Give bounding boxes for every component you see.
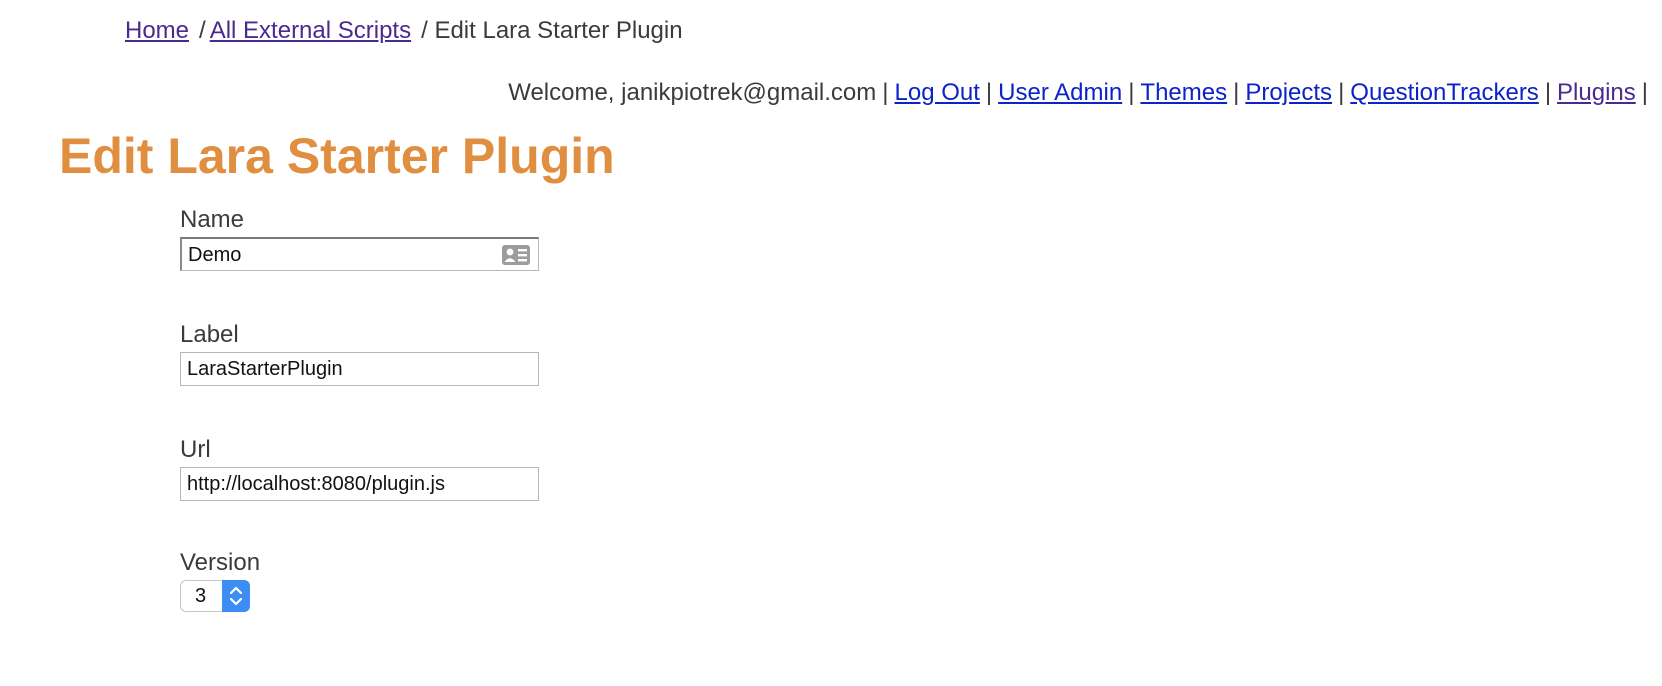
breadcrumb: Home / All External Scripts / Edit Lara Sta…	[125, 14, 687, 48]
nav-separator: |	[985, 79, 993, 106]
url-input-value: http://localhost:8080/plugin.js	[187, 473, 445, 495]
version-label: Version	[180, 549, 261, 576]
nav-separator: |	[1544, 79, 1552, 106]
plugins-link[interactable]: Plugins	[1557, 79, 1636, 106]
breadcrumb-home-link[interactable]: Home	[125, 17, 189, 44]
label-input[interactable]: LaraStarterPlugin	[180, 352, 539, 386]
nav-separator: |	[882, 79, 889, 106]
name-field-group: Name Demo	[180, 206, 539, 271]
name-input[interactable]: Demo	[180, 237, 539, 271]
themes-link[interactable]: Themes	[1140, 79, 1227, 106]
nav-separator: |	[1338, 79, 1345, 106]
version-field-group: Version 3	[180, 549, 260, 612]
label-input-value: LaraStarterPlugin	[187, 358, 343, 380]
url-label: Url	[180, 436, 211, 463]
name-input-value: Demo	[188, 244, 242, 266]
nav-separator: |	[1641, 79, 1648, 106]
question-trackers-link[interactable]: QuestionTrackers	[1350, 79, 1539, 106]
breadcrumb-separator: /	[199, 17, 206, 44]
nav-separator: |	[1128, 79, 1135, 106]
nav-separator: |	[1233, 79, 1240, 106]
projects-link[interactable]: Projects	[1245, 79, 1332, 106]
user-admin-link[interactable]: User Admin	[998, 79, 1122, 106]
stepper-arrows-icon[interactable]	[222, 580, 250, 612]
user-nav: Welcome, janikpiotrek@gmail.com | Log Out |…	[508, 76, 1654, 110]
name-label: Name	[180, 206, 245, 233]
page-title: Edit Lara Starter Plugin	[59, 128, 615, 184]
version-select[interactable]: 3	[180, 580, 250, 612]
contact-card-icon[interactable]	[501, 244, 531, 266]
welcome-text: Welcome, janikpiotrek@gmail.com	[508, 79, 877, 106]
label-field-group: Label LaraStarterPlugin	[180, 321, 539, 386]
version-select-value: 3	[195, 585, 207, 607]
url-field-group: Url http://localhost:8080/plugin.js	[180, 436, 539, 501]
breadcrumb-all-external-scripts-link[interactable]: All External Scripts	[210, 17, 411, 44]
logout-link[interactable]: Log Out	[895, 79, 980, 106]
breadcrumb-current: / Edit Lara Starter Plugin	[421, 17, 683, 44]
label-label: Label	[180, 321, 239, 348]
url-input[interactable]: http://localhost:8080/plugin.js	[180, 467, 539, 501]
